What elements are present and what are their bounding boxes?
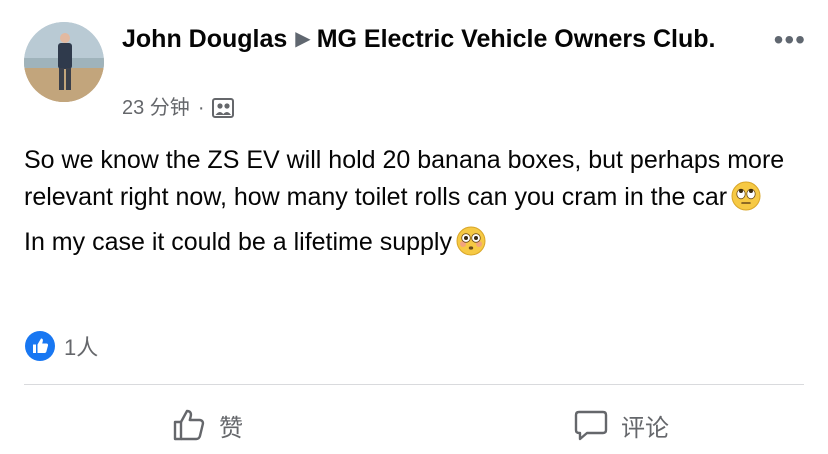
comment-label: 评论: [621, 414, 669, 442]
post-text-1: So we know the ZS EV will hold 20 banana…: [24, 146, 785, 211]
divider: [24, 384, 804, 385]
group-name[interactable]: MG Electric Vehicle Owners Club.: [317, 25, 716, 53]
comment-button[interactable]: 评论: [414, 400, 828, 450]
like-reaction-icon: [25, 331, 55, 361]
like-button[interactable]: 赞: [0, 400, 414, 450]
post-body: So we know the ZS EV will hold 20 banana…: [24, 142, 804, 261]
author-name[interactable]: John Douglas: [122, 25, 287, 53]
arrow-right-icon: ▶: [295, 28, 311, 50]
post-paragraph: So we know the ZS EV will hold 20 banana…: [24, 142, 804, 216]
meta-separator: ·: [197, 97, 205, 119]
post-paragraph: In my case it could be a lifetime supply: [24, 224, 804, 261]
comment-icon: [574, 410, 608, 441]
author-avatar[interactable]: [24, 22, 104, 102]
reaction-count: 1人: [64, 335, 99, 360]
post-header: John Douglas ▶ MG Electric Vehicle Owners …: [122, 22, 762, 58]
post-time[interactable]: 23 分钟: [122, 94, 190, 122]
reaction-summary[interactable]: 1人: [24, 330, 98, 362]
post-actions: 赞 评论: [0, 400, 828, 450]
flushed-face-emoji-icon: [456, 226, 486, 256]
more-options-icon[interactable]: •••: [774, 26, 806, 54]
like-label: 赞: [219, 414, 243, 442]
rolling-eyes-emoji-icon: [731, 181, 761, 211]
thumbs-up-icon: [173, 409, 205, 441]
post-text-2: In my case it could be a lifetime supply: [24, 228, 452, 256]
post-meta: 23 分钟 ·: [122, 94, 235, 122]
group-audience-icon: [212, 98, 235, 118]
